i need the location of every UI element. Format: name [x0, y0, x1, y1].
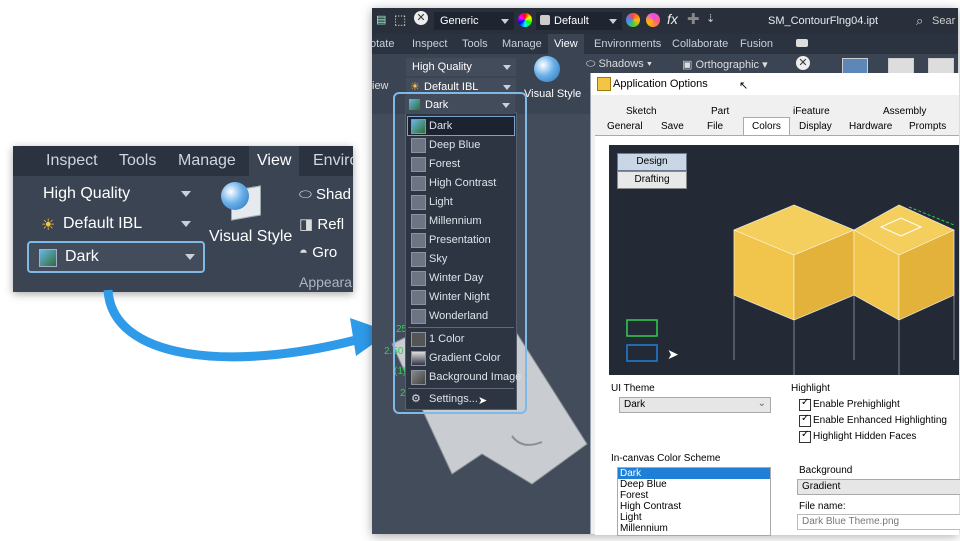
- window-arrange-icon[interactable]: [928, 58, 954, 74]
- view-stub[interactable]: iew: [372, 80, 389, 92]
- appearance-swatch-icon: [540, 15, 550, 25]
- tab-file[interactable]: File: [707, 121, 723, 132]
- cube-icon: ▣: [682, 59, 696, 71]
- orthographic-button[interactable]: ▣ Orthographic ▾: [682, 58, 768, 71]
- file-name-label: File name:: [799, 501, 846, 512]
- window-tile-icon[interactable]: [888, 58, 914, 74]
- ui-theme-dropdown[interactable]: Dark ⌄: [619, 397, 771, 413]
- color-wheel-icon[interactable]: [518, 13, 532, 27]
- chevron-down-icon: ⌄: [757, 398, 766, 409]
- preview-cubes: ➤: [626, 204, 956, 375]
- highlight-label: Highlight: [791, 383, 830, 394]
- window-title: SM_ContourFlng04.ipt: [768, 15, 879, 27]
- prehighlight-label: Enable Prehighlight: [813, 399, 900, 410]
- tab-manage[interactable]: Manage: [502, 38, 542, 50]
- visual-style-label[interactable]: Visual Style: [524, 88, 581, 100]
- prehighlight-checkbox[interactable]: [799, 397, 811, 411]
- hidden-faces-label: Highlight Hidden Faces: [813, 431, 917, 442]
- application-options-dialog: Application Options ↖ Sketch Part iFeatu…: [590, 73, 960, 536]
- color-scheme-list[interactable]: Dark Deep Blue Forest High Contrast Ligh…: [617, 467, 771, 536]
- tab-display[interactable]: Display: [799, 121, 832, 132]
- tab-environments[interactable]: Environments: [594, 38, 661, 50]
- tab-ifeature[interactable]: iFeature: [793, 106, 830, 117]
- tab-collaborate[interactable]: Collaborate: [672, 38, 728, 50]
- tab-tools[interactable]: Tools: [462, 38, 488, 50]
- list-item[interactable]: Forest: [618, 490, 770, 501]
- enhanced-highlighting-label: Enable Enhanced Highlighting: [813, 415, 947, 426]
- list-item[interactable]: High Contrast: [618, 501, 770, 512]
- customize-icon[interactable]: ⇣: [706, 12, 715, 25]
- visual-style-icon[interactable]: [534, 56, 560, 82]
- tab-sketch[interactable]: Sketch: [626, 106, 657, 117]
- plus-icon[interactable]: ✚: [687, 10, 700, 28]
- tab-prompts[interactable]: Prompts: [909, 121, 946, 132]
- curved-arrow: [103, 289, 358, 362]
- shadows-icon: ⬭: [586, 58, 599, 70]
- clear-appearance-icon[interactable]: [646, 13, 660, 27]
- dialog-title-bar: Application Options ↖: [591, 73, 959, 95]
- search-icon[interactable]: ⌕: [916, 13, 923, 29]
- color-preview: Design Drafting ➤: [609, 145, 959, 375]
- tab-hardware[interactable]: Hardware: [849, 121, 892, 132]
- tab-colors[interactable]: Colors: [743, 117, 790, 135]
- list-item[interactable]: Light: [618, 512, 770, 523]
- window-layout-icon[interactable]: [842, 58, 868, 74]
- tab-view[interactable]: View: [548, 34, 584, 54]
- shadows-button[interactable]: ⬭ Shadows ▾: [586, 58, 652, 71]
- quality-dropdown[interactable]: High Quality: [406, 58, 516, 76]
- list-item[interactable]: Dark: [618, 468, 770, 479]
- list-item[interactable]: Deep Blue: [618, 479, 770, 490]
- dialog-title: Application Options: [613, 78, 708, 90]
- background-dropdown[interactable]: Gradient: [797, 479, 960, 495]
- appearance-dropdown[interactable]: Default: [536, 12, 622, 30]
- hidden-faces-checkbox[interactable]: [799, 429, 811, 443]
- ui-theme-label: UI Theme: [611, 383, 655, 394]
- search-field[interactable]: Sear: [932, 15, 955, 27]
- tab-annotate[interactable]: otate: [372, 38, 394, 50]
- mouse-pointer-icon: ➤: [667, 346, 679, 362]
- color-scheme-label: In-canvas Color Scheme: [611, 453, 721, 464]
- adjust-icon[interactable]: [626, 13, 640, 27]
- navigation-icon[interactable]: ✕: [796, 56, 810, 70]
- tab-fusion[interactable]: Fusion: [740, 38, 773, 50]
- list-item[interactable]: Millennium: [618, 523, 770, 534]
- highlight-outline: [393, 92, 527, 414]
- enhanced-highlighting-checkbox[interactable]: [799, 413, 811, 427]
- fx-icon[interactable]: fx: [667, 11, 678, 27]
- tab-assembly[interactable]: Assembly: [883, 106, 926, 117]
- tab-save[interactable]: Save: [661, 121, 684, 132]
- tab-general[interactable]: General: [607, 121, 643, 132]
- cursor-icon: ↖: [739, 80, 749, 92]
- tab-part[interactable]: Part: [711, 106, 729, 117]
- tab-inspect[interactable]: Inspect: [412, 38, 447, 50]
- ribbon-tabs: otate Inspect Tools Manage View Environm…: [372, 34, 958, 54]
- undo-icon[interactable]: ⬚: [394, 12, 406, 28]
- quick-access-toolbar: ▤ ⬚ ✕ Generic Default fx ✚ ⇣ SM_ContourF…: [372, 8, 958, 34]
- camera-icon[interactable]: [796, 39, 808, 47]
- material-dropdown[interactable]: Generic: [434, 12, 514, 30]
- file-name-input[interactable]: Dark Blue Theme.png: [797, 514, 960, 530]
- app-icon: [597, 77, 611, 91]
- background-label: Background: [799, 465, 853, 476]
- cancel-icon[interactable]: ✕: [414, 11, 428, 25]
